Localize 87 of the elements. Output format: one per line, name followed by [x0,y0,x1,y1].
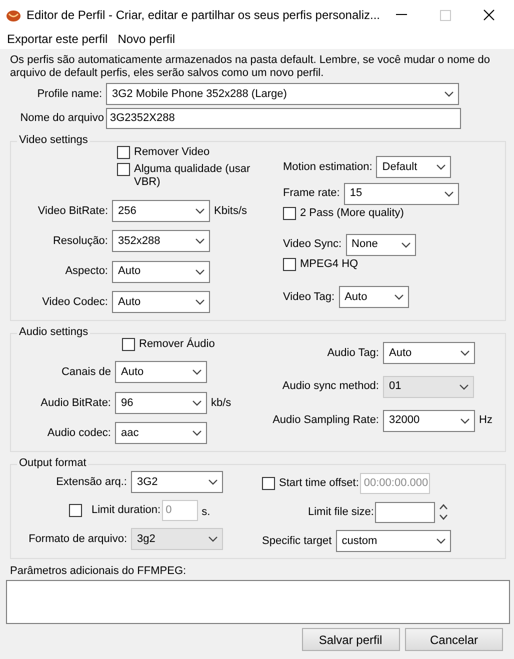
caret-icon [460,350,470,356]
field-label: Video Sync: [283,238,342,252]
checkbox-label: 2 Pass (More quality) [300,207,404,220]
field-label: Aspecto: [64,265,108,278]
unit-label: kb/s [211,396,232,410]
field-label: Limit file size: [306,506,374,519]
caret-icon [192,400,202,406]
dropdown[interactable]: Auto [112,291,210,314]
dropdown[interactable]: custom [336,530,451,552]
checkbox-label: Alguma qualidade (usar VBR) [134,163,252,190]
field-label: Audio Tag: [326,346,379,360]
caret-icon [436,164,446,170]
field-label: Parâmetros adicionais do FFMPEG: [10,565,188,578]
field-label: Canais de [60,366,111,379]
caret-icon [195,268,205,275]
dropdown[interactable]: Auto [115,361,207,384]
dropdown[interactable]: None [346,234,416,256]
menu-item[interactable]: Exportar este perfil [7,32,108,47]
checkbox[interactable] [117,146,130,160]
dropdown[interactable]: Auto [383,342,475,364]
field-label: Start time offset: [279,476,359,490]
field-label: Extensão arq.: [55,476,127,489]
caret-icon [400,242,411,248]
field-label: Profile name: [36,88,102,101]
cancel-button[interactable]: Cancelar [405,628,503,652]
group-title: Output format [17,457,88,470]
field-label: Audio codec: [46,426,111,440]
dropdown[interactable]: 352x288 [112,230,210,252]
field-label: Video BitRate: [36,204,108,218]
field-label: Audio BitRate: [40,396,111,410]
field-label: Specific target [262,534,332,548]
menu-item[interactable]: Novo perfil [118,32,176,47]
field-label: Audio sync method: [281,380,379,394]
checkbox[interactable] [117,163,130,176]
caret-icon [208,479,218,486]
caret-icon [195,208,205,214]
field-label: Video Codec: [41,296,108,309]
ffmpeg-parameters-field[interactable] [6,580,510,624]
text-field[interactable] [375,502,435,523]
checkbox[interactable] [69,504,82,517]
dropdown[interactable]: Auto [112,260,210,283]
caret-icon [444,91,454,98]
caret-icon [444,190,454,197]
app-icon [6,8,20,22]
profile-name-dropdown[interactable]: 3G2 Mobile Phone 352x288 (Large) [106,83,459,106]
window-title: Editor de Perfil - Criar, editar e partilhar os seus perfis personaliz... [26,8,380,22]
caret-icon [208,536,218,542]
dropdown[interactable]: Auto [338,286,409,308]
field-label: Resolução: [52,234,108,248]
caret-icon [394,294,404,300]
checkbox[interactable] [283,207,296,220]
field-label: Formato de arquivo: [28,532,127,546]
dropdown[interactable]: 256 [112,200,210,222]
info-text: Os perfis são automaticamente armazenados na pasta default. Lembre, se você mudar o nome do arquivo de default perfis, eles serão salvos como um novo perfil. [9,53,491,80]
checkbox-label: Remover Áudio [139,338,216,352]
field-label: Video Tag: [283,290,335,304]
field-label: Frame rate: [283,187,340,200]
field-label: Motion estimation: [283,160,372,174]
unit-label: s. [202,506,210,520]
checkbox[interactable] [122,338,135,352]
group-title: Video settings [17,134,90,148]
unit-label: Hz [479,414,492,428]
caret-icon [460,418,470,424]
spinner-icon[interactable] [439,503,448,522]
caret-icon [459,384,469,390]
field-label: Audio Sampling Rate: [272,414,379,428]
field-label: Limit duration: [92,504,161,517]
caret-icon [192,430,202,436]
file-name-field[interactable]: 3G2352X288 [106,108,461,130]
checkbox-label: MPEG4 HQ [300,258,358,272]
caret-icon [192,369,202,376]
save-button[interactable]: Salvar perfil [302,628,400,652]
dropdown[interactable]: 15 [344,182,459,205]
caret-icon [195,299,205,306]
dropdown[interactable]: 3G2 [131,471,223,494]
checkbox-label: Remover Video [134,146,211,160]
dropdown[interactable]: Default [376,156,452,178]
checkbox[interactable] [262,476,275,490]
dropdown[interactable]: 32000 [383,410,475,432]
group-title: Audio settings [17,326,90,340]
unit-label: Kbits/s [214,204,248,218]
caret-icon [436,538,446,544]
checkbox[interactable] [283,258,296,272]
caret-icon [195,238,205,244]
dropdown[interactable]: aac [115,422,207,444]
field-label: Nome do arquivo [19,112,104,126]
dropdown[interactable]: 96 [115,392,207,414]
